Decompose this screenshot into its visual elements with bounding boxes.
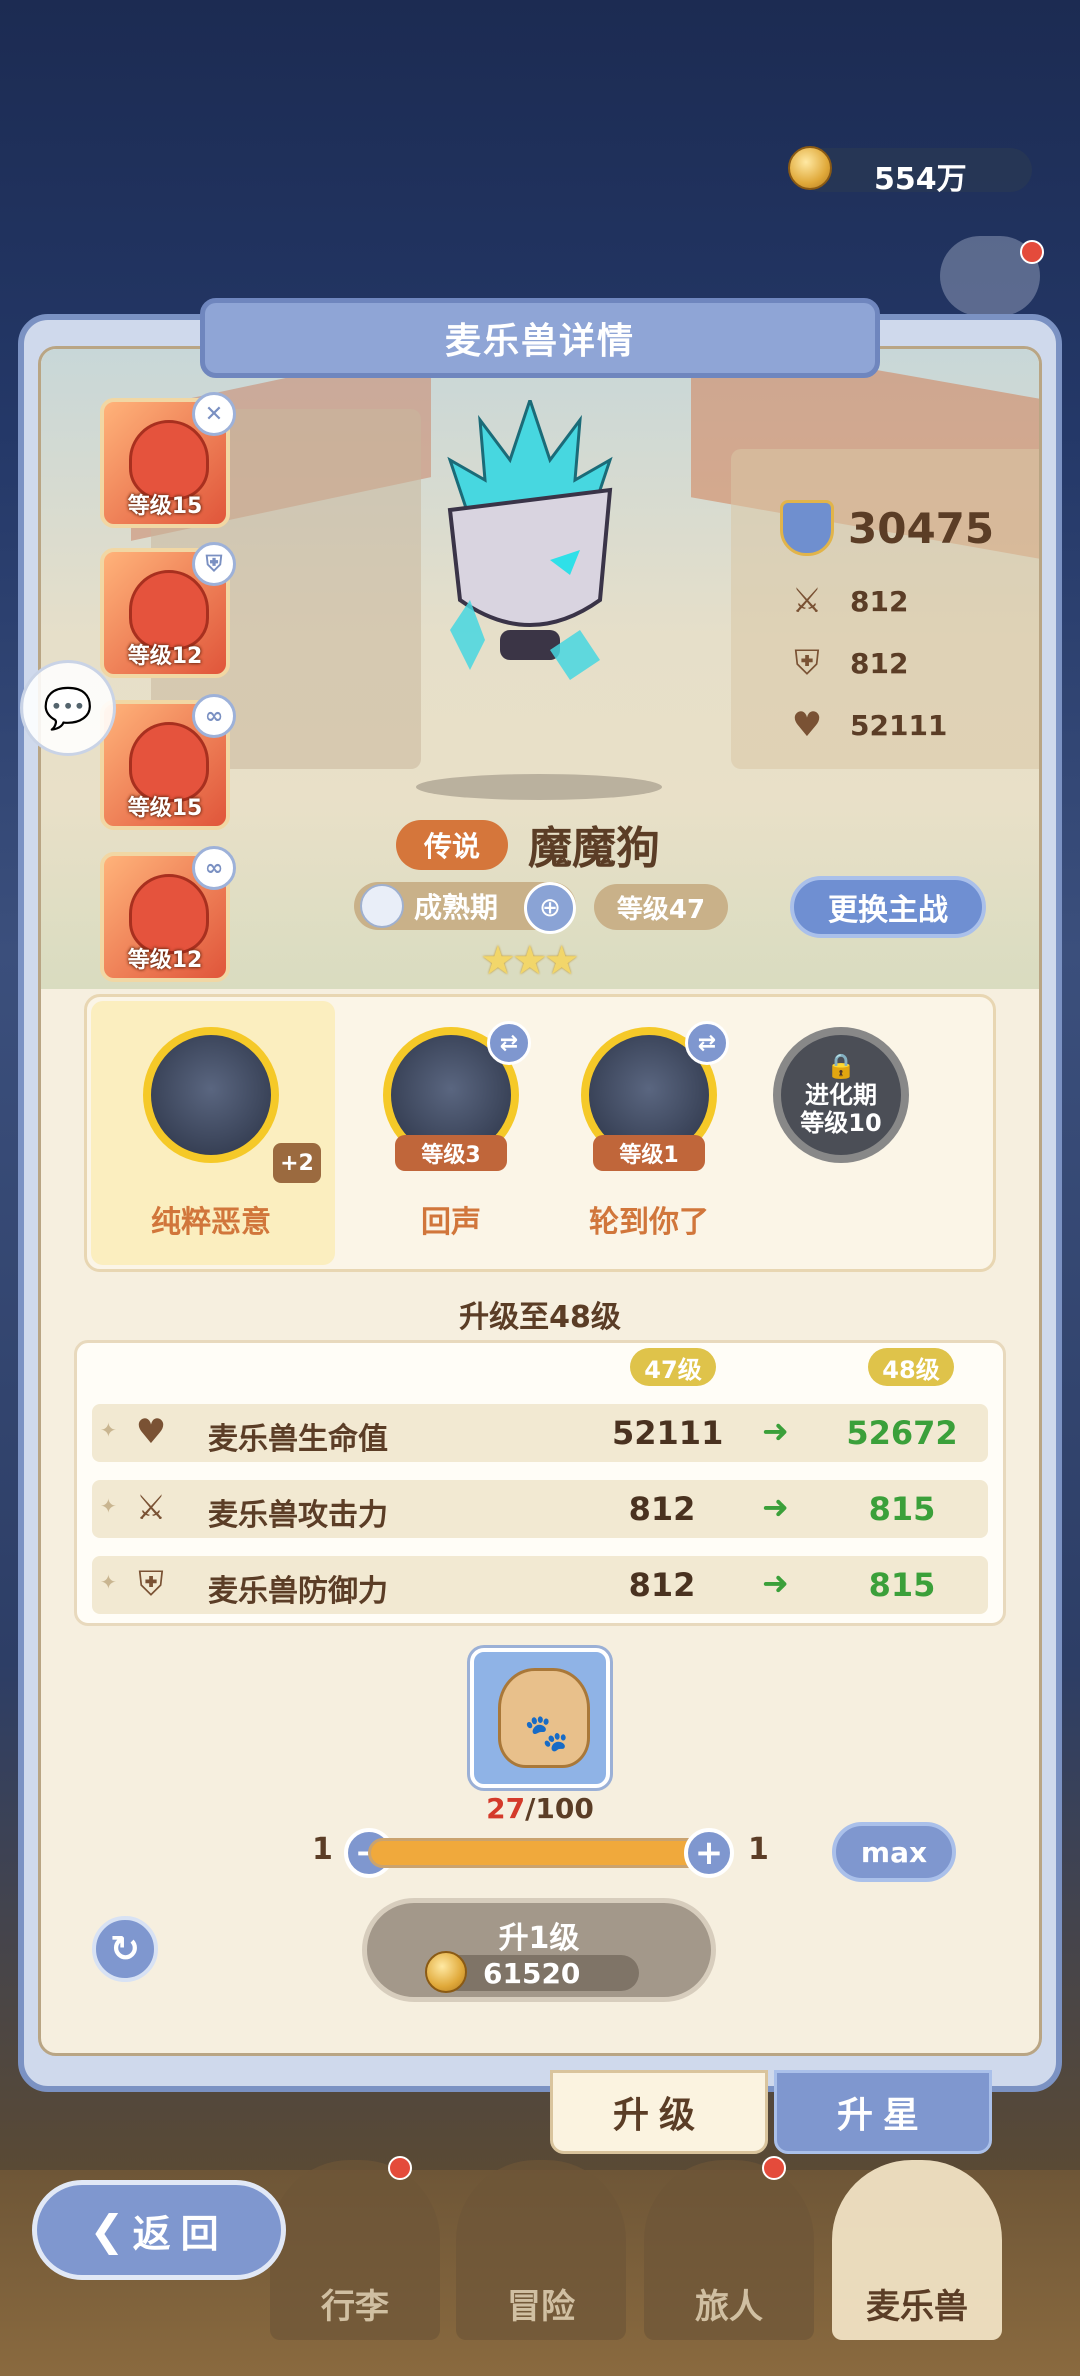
power-value: 30475 <box>848 503 995 553</box>
max-button[interactable]: max <box>832 1822 956 1882</box>
hp-stat: ♥ 52111 <box>786 704 948 746</box>
stat-label: 麦乐兽生命值 <box>208 1422 388 1457</box>
skill-name: 回声 <box>421 1205 481 1240</box>
power-display: 30475 <box>780 500 994 556</box>
attack-stat: ⚔ 812 <box>786 580 909 622</box>
close-icon[interactable]: ✕ <box>192 392 236 436</box>
team-pet-level: 等级15 <box>127 796 203 821</box>
stat-next: 815 <box>868 1490 936 1528</box>
swords-icon: ⚔ <box>791 581 823 621</box>
skill-level: 等级3 <box>395 1135 507 1171</box>
nav-item-luggage[interactable]: 行李 <box>270 2160 440 2340</box>
heart-icon: ♥ <box>135 1412 167 1452</box>
next-level-column: 48级 <box>868 1348 954 1386</box>
stat-current: 812 <box>628 1566 696 1604</box>
stat-current: 812 <box>628 1490 696 1528</box>
link-icon: ∞ <box>192 694 236 738</box>
slider-min: 1 <box>312 1832 333 1867</box>
increase-button[interactable]: + <box>684 1828 734 1878</box>
skill-icon[interactable] <box>143 1027 279 1163</box>
food-bag-item[interactable]: 🐾 <box>470 1648 610 1788</box>
star-rating: ★★★ <box>480 938 580 984</box>
stat-next: 815 <box>868 1566 936 1604</box>
tab-star-up[interactable]: 升星 <box>774 2070 992 2154</box>
flower-icon <box>360 884 404 928</box>
swap-icon[interactable]: ⇄ <box>487 1021 531 1065</box>
slider-max: 1 <box>748 1832 769 1867</box>
swap-icon[interactable]: ⇄ <box>685 1021 729 1065</box>
pet-level: 等级47 <box>594 884 728 930</box>
back-label: 返回 <box>132 2211 229 2256</box>
coin-icon <box>425 1951 467 1993</box>
level-up-button[interactable]: 升1级 61520 <box>362 1898 716 2002</box>
back-button[interactable]: ❮ 返回 <box>32 2180 286 2280</box>
level-up-label: 升1级 <box>498 1921 580 1956</box>
team-pet-card[interactable]: ∞ 等级15 <box>100 694 236 830</box>
skill-bonus-badge: +2 <box>273 1143 321 1183</box>
item-count: 27/100 <box>486 1792 594 1825</box>
pet-name: 魔魔狗 <box>528 823 660 874</box>
arrow-right-icon: ➜ <box>762 1412 789 1450</box>
arrow-right-icon: ➜ <box>762 1488 789 1526</box>
defense-stat: ⛨ 812 <box>786 642 908 684</box>
notification-dot <box>388 2156 412 2180</box>
stat-current: 52111 <box>612 1414 724 1452</box>
team-pet-level: 等级12 <box>127 644 203 669</box>
attack-value: 812 <box>850 584 909 618</box>
notification-dot <box>762 2156 786 2180</box>
shield-icon: ⛨ <box>138 1564 164 1604</box>
skill-name: 纯粹恶意 <box>151 1205 271 1240</box>
stat-next: 52672 <box>846 1414 958 1452</box>
coin-icon <box>788 146 832 190</box>
table-row: ✦ ⛨ 麦乐兽防御力 812 ➜ 815 <box>92 1556 988 1614</box>
shield-icon: ⛨ <box>794 643 820 683</box>
tab-upgrade[interactable]: 升级 <box>550 2070 768 2154</box>
skill-level: 等级1 <box>593 1135 705 1171</box>
table-row: ✦ ♥ 麦乐兽生命值 52111 ➜ 52672 <box>92 1404 988 1462</box>
paw-icon: 🐾 <box>524 1713 569 1754</box>
stat-label: 麦乐兽防御力 <box>208 1574 388 1609</box>
pet-shadow <box>416 774 662 800</box>
quantity-slider[interactable] <box>368 1838 708 1868</box>
nav-item-adventure[interactable]: 冒险 <box>456 2160 626 2340</box>
defense-value: 812 <box>850 646 909 680</box>
locked-skill-slot[interactable]: 🔒 进化期 等级10 <box>773 1027 909 1163</box>
chevron-left-icon: ❮ <box>89 2205 125 2255</box>
heart-icon: ♥ <box>791 705 823 745</box>
locked-skill-level: 等级10 <box>800 1109 882 1138</box>
table-row: ✦ ⚔ 麦乐兽攻击力 812 ➜ 815 <box>92 1480 988 1538</box>
chat-icon[interactable]: 💬 <box>20 660 116 756</box>
rarity-badge: 传说 <box>396 820 508 870</box>
current-level-column: 47级 <box>630 1348 716 1386</box>
arrow-right-icon: ➜ <box>762 1564 789 1602</box>
upgrade-target-title: 升级至48级 <box>459 1300 621 1335</box>
level-up-cost: 61520 <box>425 1951 639 1993</box>
link-icon: ∞ <box>192 846 236 890</box>
hp-value: 52111 <box>850 708 948 742</box>
notification-dot <box>1020 240 1044 264</box>
currency-amount: 554万 <box>874 162 967 197</box>
zoom-icon[interactable]: ⊕ <box>524 882 576 934</box>
team-pet-level: 等级15 <box>127 494 203 519</box>
switch-main-button[interactable]: 更换主战 <box>790 876 986 938</box>
swords-icon: ⚔ <box>135 1488 167 1528</box>
stat-label: 麦乐兽攻击力 <box>208 1498 388 1533</box>
locked-skill-stage: 进化期 <box>805 1080 877 1109</box>
team-pet-card[interactable]: ✕ 等级15 <box>100 392 236 528</box>
shield-badge-icon: ⛨ <box>192 542 236 586</box>
lock-icon: 🔒 <box>826 1051 856 1080</box>
nav-item-travelers[interactable]: 旅人 <box>644 2160 814 2340</box>
panel-title: 麦乐兽详情 <box>200 298 880 378</box>
skill-name: 轮到你了 <box>589 1205 709 1240</box>
team-pet-level: 等级12 <box>127 948 203 973</box>
nav-item-pets[interactable]: 麦乐兽 <box>832 2160 1002 2340</box>
team-pet-card[interactable]: ∞ 等级12 <box>100 846 236 982</box>
pet-portrait <box>447 400 613 680</box>
reset-icon[interactable]: ↻ <box>92 1916 158 1982</box>
power-shield-icon <box>780 500 834 556</box>
skills-panel: +2 纯粹恶意 ⇄ 等级3 回声 ⇄ 等级1 轮到你了 🔒 进化期 等级10 <box>84 994 996 1272</box>
team-pet-card[interactable]: ⛨ 等级12 <box>100 542 236 678</box>
currency-display: 554万 <box>788 146 1032 197</box>
